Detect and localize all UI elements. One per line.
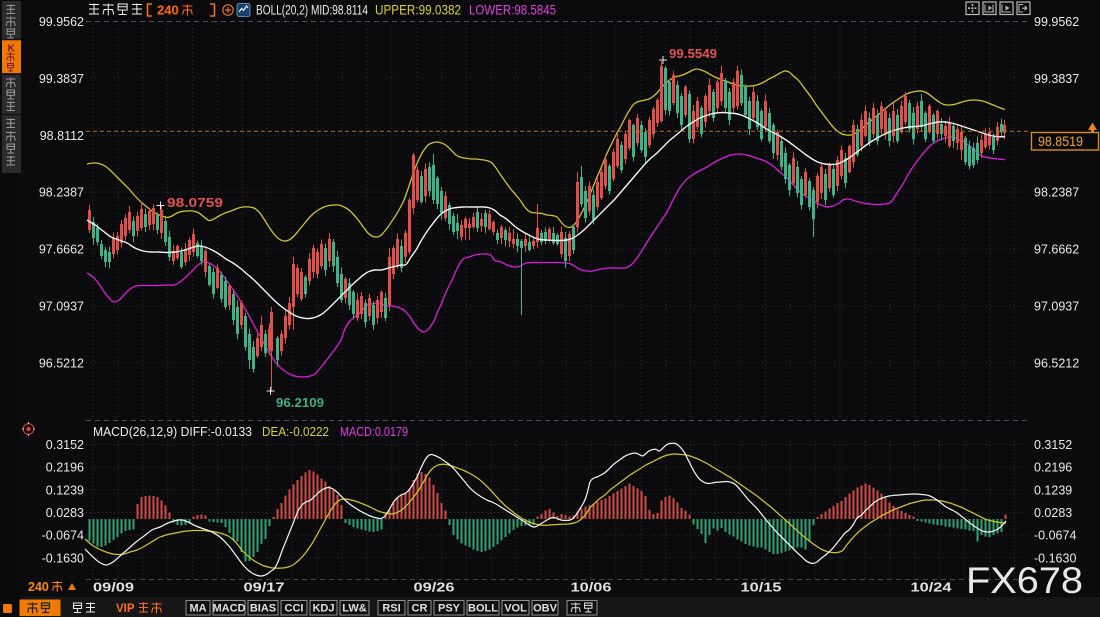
svg-text:0.3152: 0.3152 xyxy=(1034,438,1072,452)
svg-text:OBV: OBV xyxy=(533,603,558,615)
svg-text:MACD(26,12,9) DIFF:-0.0133: MACD(26,12,9) DIFF:-0.0133 xyxy=(93,424,252,439)
svg-text:99.3837: 99.3837 xyxy=(39,72,84,86)
svg-text:96.2109: 96.2109 xyxy=(276,396,324,410)
svg-text:LW&: LW& xyxy=(342,603,366,615)
svg-text:0.0283: 0.0283 xyxy=(46,506,84,520)
svg-text:BOLL: BOLL xyxy=(468,603,498,615)
svg-text:CCI: CCI xyxy=(285,603,304,615)
svg-text:0.1239: 0.1239 xyxy=(1034,483,1072,497)
svg-text:99.3837: 99.3837 xyxy=(1034,72,1079,86)
svg-text:98.8112: 98.8112 xyxy=(40,129,84,143)
svg-text:UPPER:99.0382: UPPER:99.0382 xyxy=(375,3,461,18)
svg-text:-0.0674: -0.0674 xyxy=(1034,529,1076,543)
svg-text:97.0937: 97.0937 xyxy=(39,300,84,314)
svg-text:VIP: VIP xyxy=(116,603,135,615)
svg-text:LOWER:98.5845: LOWER:98.5845 xyxy=(469,3,556,18)
svg-text:VOL: VOL xyxy=(504,603,527,615)
svg-text:DEA:-0.0222: DEA:-0.0222 xyxy=(262,424,329,439)
svg-text:CR: CR xyxy=(412,603,428,615)
svg-text:99.9562: 99.9562 xyxy=(39,15,84,29)
svg-text:RSI: RSI xyxy=(382,603,400,615)
svg-text:97.6662: 97.6662 xyxy=(39,243,84,257)
svg-text:BOLL(20,2) MID:98.8114: BOLL(20,2) MID:98.8114 xyxy=(256,3,368,18)
svg-text:98.0759: 98.0759 xyxy=(167,196,223,210)
svg-text:10/15: 10/15 xyxy=(741,581,782,595)
svg-text:10/24: 10/24 xyxy=(911,581,952,595)
svg-text:MA: MA xyxy=(189,603,206,615)
svg-text:PSY: PSY xyxy=(438,603,461,615)
svg-text:0.1239: 0.1239 xyxy=(46,483,84,497)
svg-text:240: 240 xyxy=(28,580,49,594)
svg-text:98.2387: 98.2387 xyxy=(1034,186,1079,200)
svg-text:MACD: MACD xyxy=(213,603,246,615)
svg-text:98.8519: 98.8519 xyxy=(1038,134,1083,149)
svg-text:99.5549: 99.5549 xyxy=(669,47,717,61)
svg-text:96.5212: 96.5212 xyxy=(1034,356,1079,370)
svg-text:0.3152: 0.3152 xyxy=(46,438,84,452)
svg-text:09/26: 09/26 xyxy=(414,581,455,595)
svg-text:0.2196: 0.2196 xyxy=(46,461,84,475)
svg-text:97.0937: 97.0937 xyxy=(1034,300,1079,314)
svg-text:98.2387: 98.2387 xyxy=(39,186,84,200)
svg-text:0.2196: 0.2196 xyxy=(1034,461,1072,475)
svg-text:09/09: 09/09 xyxy=(93,581,134,595)
svg-text:10/06: 10/06 xyxy=(571,581,612,595)
svg-text:99.9562: 99.9562 xyxy=(1034,15,1079,29)
svg-text:97.6662: 97.6662 xyxy=(1034,243,1079,257)
svg-text:96.5212: 96.5212 xyxy=(39,356,84,370)
svg-text:-0.1630: -0.1630 xyxy=(42,551,84,565)
svg-text:BIAS: BIAS xyxy=(250,603,276,615)
svg-text:0.0283: 0.0283 xyxy=(1034,506,1072,520)
svg-text:09/17: 09/17 xyxy=(244,581,285,595)
svg-text:KDJ: KDJ xyxy=(312,603,334,615)
svg-text:-0.0674: -0.0674 xyxy=(42,529,84,543)
svg-text:FX678: FX678 xyxy=(966,560,1083,601)
svg-text:K: K xyxy=(8,43,16,55)
svg-text:240: 240 xyxy=(157,3,179,18)
svg-text:MACD:0.0179: MACD:0.0179 xyxy=(340,424,408,439)
